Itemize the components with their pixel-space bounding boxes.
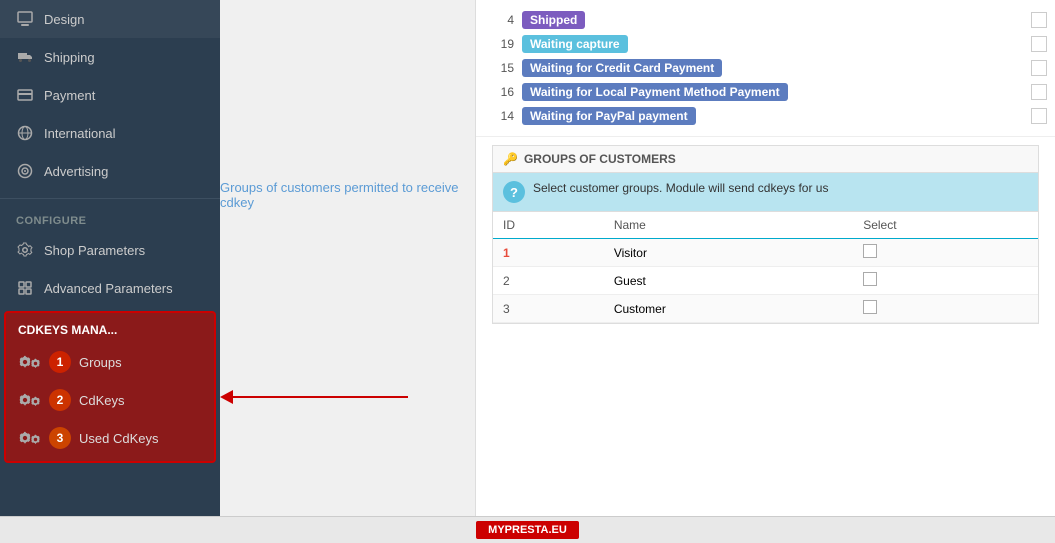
gear-icon xyxy=(16,241,34,259)
row-name-customer: Customer xyxy=(604,295,853,323)
status-badge-shipped: Shipped xyxy=(522,11,585,29)
row-id-visitor: 1 xyxy=(503,246,510,260)
row-checkbox-customer[interactable] xyxy=(863,300,877,314)
status-badge-paypal: Waiting for PayPal payment xyxy=(522,107,696,125)
step-badge-3: 3 xyxy=(49,427,71,449)
cdkeys-item-used-cdkeys[interactable]: 3 Used CdKeys xyxy=(6,419,214,457)
status-checkbox-shipped[interactable] xyxy=(1031,12,1047,28)
cdkeys-item-cdkeys[interactable]: 2 CdKeys xyxy=(6,381,214,419)
cdkeys-section-title: CDKEYS MANA... xyxy=(6,317,214,343)
table-row: 2 Guest xyxy=(493,267,1038,295)
groups-info-bar: ? Select customer groups. Module will se… xyxy=(493,173,1038,212)
status-badge-capture: Waiting capture xyxy=(522,35,628,53)
key-icon: 🔑 xyxy=(503,152,518,166)
content-area: Groups of customers permitted to receive… xyxy=(220,0,475,516)
design-icon xyxy=(16,10,34,28)
status-row-capture: 19 Waiting capture xyxy=(484,32,1047,56)
truck-icon xyxy=(16,48,34,66)
arrow-indicator xyxy=(220,390,408,404)
footer: MYPRESTA.EU xyxy=(0,516,1055,543)
col-id: ID xyxy=(493,212,604,239)
sidebar: Design Shipping Payment International Ad… xyxy=(0,0,220,516)
row-id-guest: 2 xyxy=(503,274,510,288)
row-id-customer: 3 xyxy=(503,302,510,316)
table-row: 3 Customer xyxy=(493,295,1038,323)
payment-icon xyxy=(16,86,34,104)
status-checkbox-local[interactable] xyxy=(1031,84,1047,100)
advanced-icon xyxy=(16,279,34,297)
sidebar-item-payment[interactable]: Payment xyxy=(0,76,220,114)
groups-table: ID Name Select 1 Visitor 2 xyxy=(493,212,1038,323)
step-badge-2: 2 xyxy=(49,389,71,411)
statuses-section: 4 Shipped 19 Waiting capture 15 Waiting … xyxy=(476,0,1055,137)
groups-panel-header: 🔑 GROUPS OF CUSTOMERS xyxy=(493,146,1038,173)
status-badge-local: Waiting for Local Payment Method Payment xyxy=(522,83,788,101)
used-cdkeys-gear-icon xyxy=(18,431,41,445)
status-row-local: 16 Waiting for Local Payment Method Paym… xyxy=(484,80,1047,104)
status-checkbox-capture[interactable] xyxy=(1031,36,1047,52)
sidebar-item-shipping[interactable]: Shipping xyxy=(0,38,220,76)
advertising-icon xyxy=(16,162,34,180)
groups-label: Groups of customers permitted to receive… xyxy=(220,180,475,210)
status-row-credit: 15 Waiting for Credit Card Payment xyxy=(484,56,1047,80)
cdkeys-section: CDKEYS MANA... 1 Groups 2 CdKeys xyxy=(4,311,216,463)
status-badge-credit: Waiting for Credit Card Payment xyxy=(522,59,722,77)
sidebar-item-advanced-parameters[interactable]: Advanced Parameters xyxy=(0,269,220,307)
groups-panel: 🔑 GROUPS OF CUSTOMERS ? Select customer … xyxy=(492,145,1039,324)
status-checkbox-credit[interactable] xyxy=(1031,60,1047,76)
status-row-paypal: 14 Waiting for PayPal payment xyxy=(484,104,1047,128)
row-checkbox-visitor[interactable] xyxy=(863,244,877,258)
cdkeys-gear-icon xyxy=(18,393,41,407)
sidebar-item-international[interactable]: International xyxy=(0,114,220,152)
footer-badge: MYPRESTA.EU xyxy=(476,521,579,539)
row-name-visitor: Visitor xyxy=(604,239,853,267)
configure-section-title: CONFIGURE xyxy=(0,207,220,231)
row-name-guest: Guest xyxy=(604,267,853,295)
right-panel: 4 Shipped 19 Waiting capture 15 Waiting … xyxy=(475,0,1055,516)
step-badge-1: 1 xyxy=(49,351,71,373)
groups-gear-icon xyxy=(18,355,41,369)
sidebar-item-shop-parameters[interactable]: Shop Parameters xyxy=(0,231,220,269)
groups-customer-wrapper: 🔑 GROUPS OF CUSTOMERS ? Select customer … xyxy=(476,137,1055,332)
col-name: Name xyxy=(604,212,853,239)
table-row: 1 Visitor xyxy=(493,239,1038,267)
status-row-shipped: 4 Shipped xyxy=(484,8,1047,32)
cdkeys-item-groups[interactable]: 1 Groups xyxy=(6,343,214,381)
info-icon: ? xyxy=(503,181,525,203)
sidebar-item-design[interactable]: Design xyxy=(0,0,220,38)
row-checkbox-guest[interactable] xyxy=(863,272,877,286)
col-select: Select xyxy=(853,212,1038,239)
international-icon xyxy=(16,124,34,142)
status-checkbox-paypal[interactable] xyxy=(1031,108,1047,124)
sidebar-item-advertising[interactable]: Advertising xyxy=(0,152,220,190)
